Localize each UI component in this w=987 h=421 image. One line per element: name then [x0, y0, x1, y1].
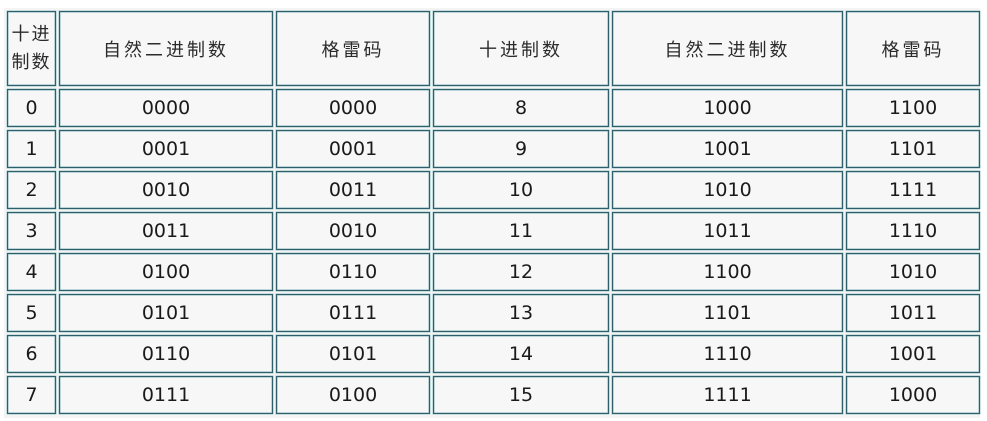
cell-gray-2: 1111 [846, 171, 980, 209]
cell-gray-1: 0101 [276, 335, 430, 373]
cell-gray-2: 1101 [846, 130, 980, 168]
header-gray-2: 格雷码 [846, 11, 980, 86]
cell-binary-2: 1101 [612, 294, 843, 332]
gray-code-table-frame: 十进 制数 自然二进制数 格雷码 十进制数 自然二进制数 格雷码 0 0000 … [4, 8, 980, 418]
cell-decimal-2: 10 [433, 171, 609, 209]
cell-gray-2: 1001 [846, 335, 980, 373]
table-row: 6 0110 0101 14 1110 1001 [7, 335, 980, 373]
table-row: 2 0010 0011 10 1010 1111 [7, 171, 980, 209]
table-row: 1 0001 0001 9 1001 1101 [7, 130, 980, 168]
cell-binary-2: 1100 [612, 253, 843, 291]
table-row: 0 0000 0000 8 1000 1100 [7, 89, 980, 127]
table-row: 7 0111 0100 15 1111 1000 [7, 376, 980, 414]
cell-decimal-2: 12 [433, 253, 609, 291]
cell-binary-1: 0101 [59, 294, 273, 332]
cell-gray-1: 0000 [276, 89, 430, 127]
cell-binary-1: 0100 [59, 253, 273, 291]
header-decimal-1-line1: 十进 [11, 23, 52, 45]
header-gray-1: 格雷码 [276, 11, 430, 86]
header-binary-1: 自然二进制数 [59, 11, 273, 86]
table-row: 4 0100 0110 12 1100 1010 [7, 253, 980, 291]
header-decimal-2: 十进制数 [433, 11, 609, 86]
cell-binary-2: 1001 [612, 130, 843, 168]
cell-decimal-1: 2 [7, 171, 56, 209]
cell-gray-2: 1010 [846, 253, 980, 291]
cell-decimal-1: 5 [7, 294, 56, 332]
cell-gray-2: 1100 [846, 89, 980, 127]
cell-binary-2: 1110 [612, 335, 843, 373]
cell-decimal-1: 6 [7, 335, 56, 373]
header-row: 十进 制数 自然二进制数 格雷码 十进制数 自然二进制数 格雷码 [7, 11, 980, 86]
cell-binary-1: 0010 [59, 171, 273, 209]
cell-decimal-1: 3 [7, 212, 56, 250]
cell-binary-1: 0011 [59, 212, 273, 250]
cell-binary-2: 1111 [612, 376, 843, 414]
cell-binary-2: 1010 [612, 171, 843, 209]
header-decimal-1: 十进 制数 [7, 11, 56, 86]
cell-gray-1: 0111 [276, 294, 430, 332]
table-row: 5 0101 0111 13 1101 1011 [7, 294, 980, 332]
cell-decimal-1: 0 [7, 89, 56, 127]
header-binary-2: 自然二进制数 [612, 11, 843, 86]
cell-decimal-1: 7 [7, 376, 56, 414]
cell-gray-1: 0010 [276, 212, 430, 250]
cell-gray-2: 1000 [846, 376, 980, 414]
cell-decimal-2: 15 [433, 376, 609, 414]
cell-decimal-2: 14 [433, 335, 609, 373]
cell-gray-1: 0011 [276, 171, 430, 209]
cell-decimal-1: 4 [7, 253, 56, 291]
cell-binary-2: 1000 [612, 89, 843, 127]
cell-gray-1: 0110 [276, 253, 430, 291]
header-decimal-1-line2: 制数 [11, 51, 52, 73]
cell-decimal-2: 8 [433, 89, 609, 127]
cell-gray-1: 0100 [276, 376, 430, 414]
cell-gray-1: 0001 [276, 130, 430, 168]
cell-decimal-2: 11 [433, 212, 609, 250]
cell-binary-2: 1011 [612, 212, 843, 250]
cell-binary-1: 0111 [59, 376, 273, 414]
cell-binary-1: 0110 [59, 335, 273, 373]
cell-decimal-1: 1 [7, 130, 56, 168]
cell-binary-1: 0000 [59, 89, 273, 127]
cell-gray-2: 1011 [846, 294, 980, 332]
cell-decimal-2: 13 [433, 294, 609, 332]
cell-gray-2: 1110 [846, 212, 980, 250]
table-row: 3 0011 0010 11 1011 1110 [7, 212, 980, 250]
cell-binary-1: 0001 [59, 130, 273, 168]
cell-decimal-2: 9 [433, 130, 609, 168]
gray-code-table: 十进 制数 自然二进制数 格雷码 十进制数 自然二进制数 格雷码 0 0000 … [4, 8, 983, 417]
